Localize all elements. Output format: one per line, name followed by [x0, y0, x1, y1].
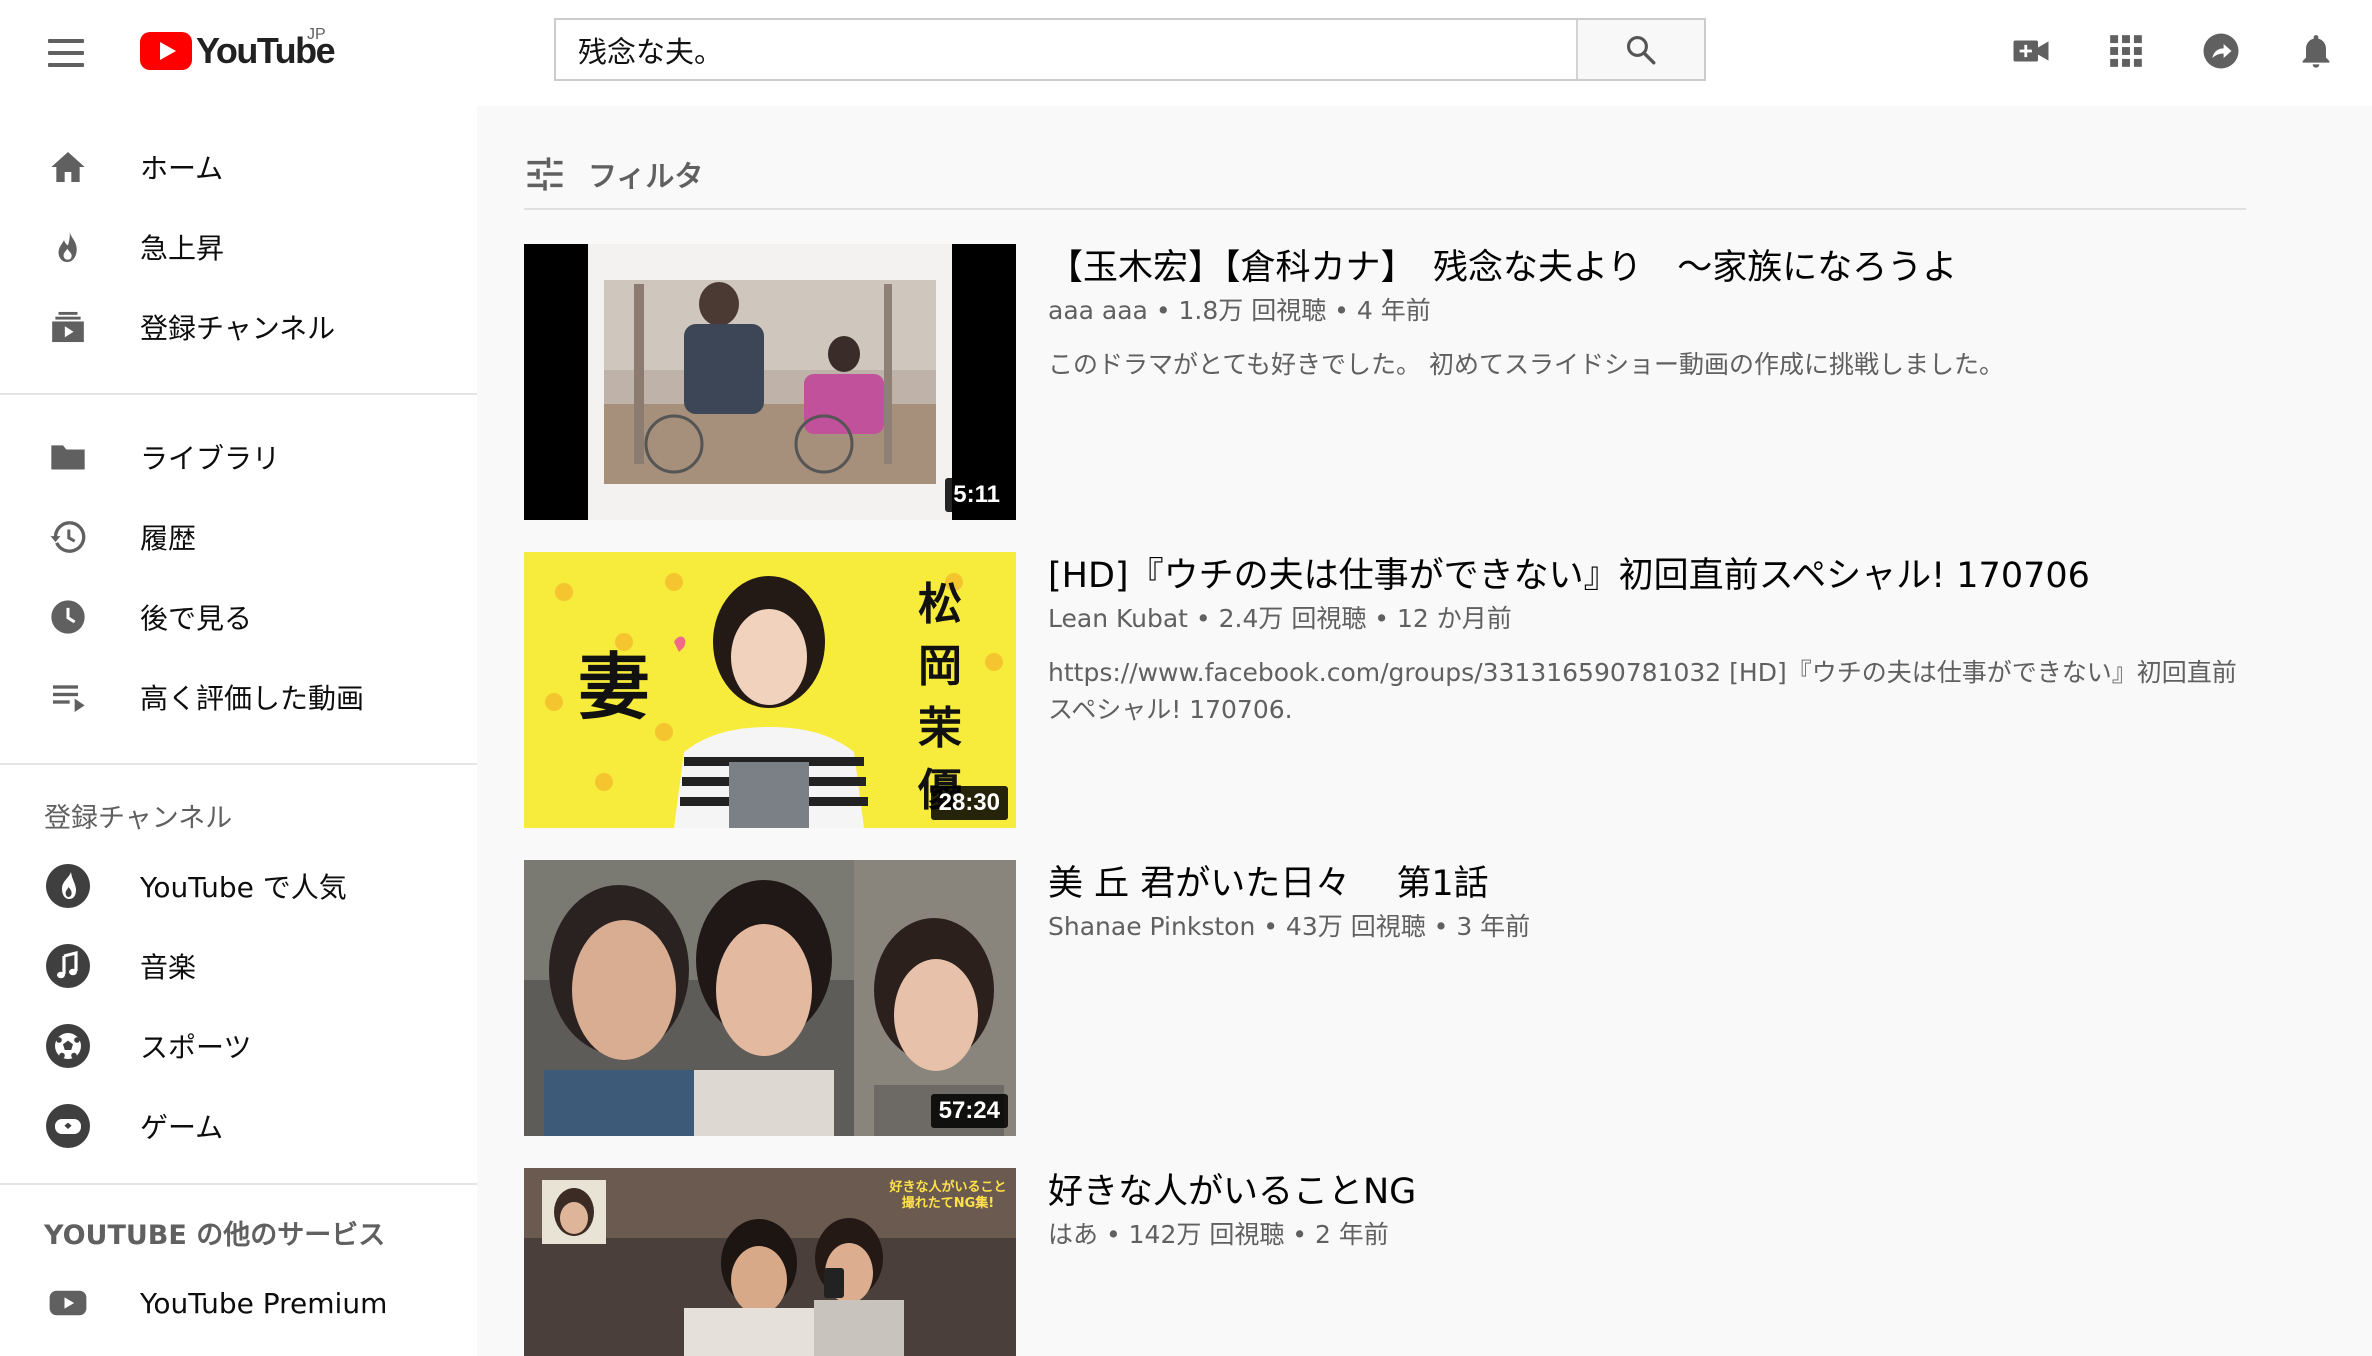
search-icon [1626, 35, 1656, 64]
video-byline: はあ • 142万 回視聴 • 2 年前 [1048, 1218, 2246, 1252]
sidebar-item-label: YouTube Premium [140, 1286, 388, 1320]
video-stats: • 142万 回視聴 • 2 年前 [1098, 1220, 1389, 1249]
video-result: 妻 松岡茉優 28:30 [HD]『ウチの夫は仕事ができない』初回直前スペシャル… [524, 552, 2246, 828]
thumbnail-vertical-text: 松岡茉優 [918, 579, 962, 816]
video-duration: 5:11 [945, 478, 1008, 512]
sidebar-item-label: 高く評価した動画 [140, 682, 365, 715]
youtube-premium-icon [44, 1279, 92, 1327]
channel-name[interactable]: はあ [1048, 1220, 1098, 1249]
video-thumbnail[interactable]: 57:24 [524, 860, 1016, 1136]
video-thumbnail[interactable]: 妻 松岡茉優 28:30 [524, 552, 1016, 828]
channel-name[interactable]: Shanae Pinkston [1048, 912, 1255, 941]
sidebar-item-label: 後で見る [140, 602, 253, 635]
sidebar-divider [0, 393, 477, 395]
create-video-icon[interactable] [2006, 26, 2056, 76]
playlist-icon [44, 673, 92, 721]
tune-icon [527, 157, 563, 191]
sidebar-item-home[interactable]: ホーム [0, 131, 477, 203]
sidebar-item-sports[interactable]: スポーツ [0, 1010, 477, 1082]
music-icon [44, 942, 92, 990]
sidebar-item-label: 音楽 [140, 951, 197, 984]
video-description: このドラマがとても好きでした。 初めてスライドショー動画の作成に挑戦しました。 [1048, 350, 2004, 379]
filter-button[interactable]: フィルタ [524, 150, 703, 198]
channel-name[interactable]: Lean Kubat [1048, 604, 1188, 633]
video-result: 5:11 【玉木宏】【倉科カナ】 残念な夫より 〜家族になろうよ aaa aaa… [524, 244, 2246, 520]
video-byline: Lean Kubat • 2.4万 回視聴 • 12 か月前 [1048, 602, 2246, 636]
filter-label: フィルタ [588, 159, 704, 193]
sports-icon [44, 1022, 92, 1070]
video-duration: 28:30 [930, 786, 1008, 820]
video-thumbnail[interactable]: 好きな人がいること 撮れたてNG集! [524, 1168, 1016, 1356]
video-description: https://www.facebook.com/groups/33131659… [1048, 658, 2237, 724]
video-title[interactable]: 好きな人がいることNG [1048, 1168, 2246, 1216]
more-services-heading: YOUTUBE の他のサービス [44, 1220, 386, 1251]
video-byline: aaa aaa • 1.8万 回視聴 • 4 年前 [1048, 294, 2246, 328]
video-stats: • 2.4万 回視聴 • 12 か月前 [1187, 604, 1512, 633]
video-stats: • 1.8万 回視聴 • 4 年前 [1147, 296, 1431, 325]
sidebar-item-trending[interactable]: 急上昇 [0, 211, 477, 283]
search-input[interactable] [556, 20, 1576, 79]
top-bar: YouTube JP [0, 0, 2372, 106]
youtube-play-icon [140, 32, 192, 70]
sidebar-item-label: 履歴 [140, 522, 197, 555]
gaming-icon [44, 1102, 92, 1150]
search-button[interactable] [1576, 20, 1704, 79]
sidebar-item-liked-videos[interactable]: 高く評価した動画 [0, 661, 477, 733]
thumbnail-caption: 好きな人がいること 撮れたてNG集! [889, 1180, 1007, 1211]
sidebar-item-label: 急上昇 [140, 232, 225, 265]
video-byline: Shanae Pinkston • 43万 回視聴 • 3 年前 [1048, 910, 2246, 944]
video-meta: [HD]『ウチの夫は仕事ができない』初回直前スペシャル! 170706 Lean… [1048, 552, 2246, 728]
video-meta: 好きな人がいることNG はあ • 142万 回視聴 • 2 年前 [1048, 1168, 2246, 1252]
sidebar-item-subscriptions[interactable]: 登録チャンネル [0, 291, 477, 363]
sidebar-item-youtube-premium[interactable]: YouTube Premium [0, 1267, 477, 1339]
clock-icon [44, 593, 92, 641]
video-thumbnail[interactable]: 5:11 [524, 244, 1016, 520]
sidebar-item-label: ゲーム [140, 1111, 224, 1144]
logo-region: JP [307, 26, 326, 43]
sidebar-item-music[interactable]: 音楽 [0, 930, 477, 1002]
folder-icon [44, 433, 92, 481]
filter-divider [524, 208, 2246, 210]
sidebar-divider [0, 763, 477, 765]
video-meta: 【玉木宏】【倉科カナ】 残念な夫より 〜家族になろうよ aaa aaa • 1.… [1048, 244, 2246, 383]
apps-grid-icon[interactable] [2101, 26, 2151, 76]
subscriptions-heading: 登録チャンネル [44, 803, 233, 834]
share-arrow-icon[interactable] [2196, 26, 2246, 76]
search-bar [554, 18, 1706, 81]
menu-icon[interactable] [44, 33, 88, 73]
video-title[interactable]: 美 丘 君がいた日々 第1話 [1048, 860, 2246, 908]
sidebar-item-library[interactable]: ライブラリ [0, 421, 477, 493]
sidebar-item-popular[interactable]: YouTube で人気 [0, 850, 477, 922]
channel-name[interactable]: aaa aaa [1048, 296, 1148, 325]
video-result: 好きな人がいること 撮れたてNG集! 好きな人がいることNG はあ • 142万… [524, 1168, 2246, 1356]
video-result: 57:24 美 丘 君がいた日々 第1話 Shanae Pinkston • 4… [524, 860, 2246, 1136]
sidebar-item-gaming[interactable]: ゲーム [0, 1090, 477, 1162]
sidebar-item-watch-later[interactable]: 後で見る [0, 581, 477, 653]
sidebar: ホーム 急上昇 登録チャンネル ライブラリ 履歴 後で見る 高く評価した動画 登… [0, 106, 477, 1356]
popular-icon [44, 862, 92, 910]
video-title[interactable]: 【玉木宏】【倉科カナ】 残念な夫より 〜家族になろうよ [1048, 244, 2246, 292]
thumbnail-text: 妻 [578, 645, 650, 729]
sidebar-item-label: 登録チャンネル [140, 312, 336, 345]
video-title[interactable]: [HD]『ウチの夫は仕事ができない』初回直前スペシャル! 170706 [1048, 552, 2246, 600]
sidebar-item-label: ライブラリ [140, 442, 281, 475]
bell-icon[interactable] [2291, 26, 2341, 76]
video-stats: • 43万 回視聴 • 3 年前 [1255, 912, 1531, 941]
home-icon [44, 143, 92, 191]
sidebar-item-label: スポーツ [140, 1031, 252, 1064]
history-icon [44, 513, 92, 561]
sidebar-item-label: YouTube で人気 [140, 871, 347, 904]
sidebar-item-history[interactable]: 履歴 [0, 501, 477, 573]
flame-icon [44, 223, 92, 271]
youtube-logo[interactable]: YouTube JP [140, 26, 336, 74]
sidebar-divider [0, 1183, 477, 1185]
video-duration: 57:24 [930, 1094, 1008, 1128]
video-meta: 美 丘 君がいた日々 第1話 Shanae Pinkston • 43万 回視聴… [1048, 860, 2246, 944]
sidebar-item-label: ホーム [140, 152, 224, 185]
subscriptions-icon [44, 303, 92, 351]
thumbnail-image [524, 244, 1016, 520]
